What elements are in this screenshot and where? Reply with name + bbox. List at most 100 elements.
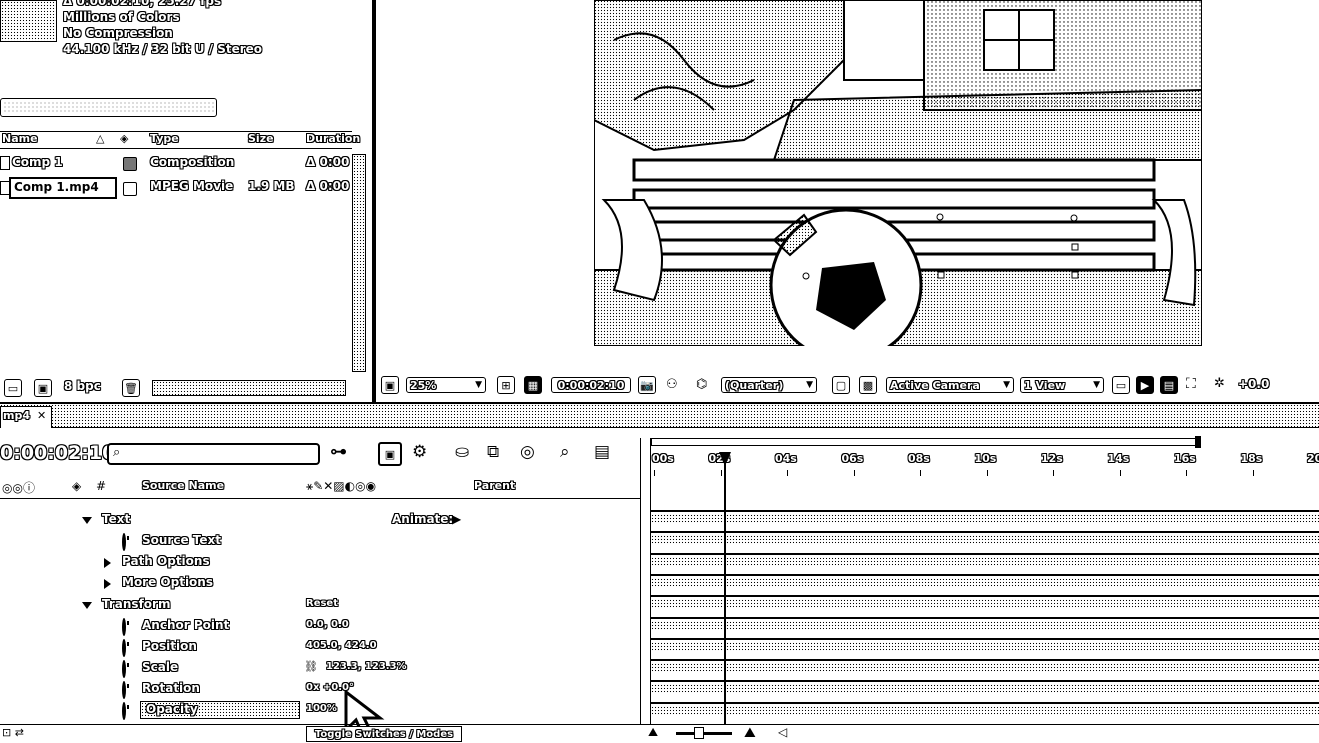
- zoom-slider-thumb[interactable]: [694, 727, 704, 739]
- timeline-icon[interactable]: ▤: [1160, 376, 1178, 394]
- snapshot-camera-icon[interactable]: 📷: [638, 376, 656, 394]
- track-row[interactable]: [651, 552, 1319, 566]
- animate-label[interactable]: Animate:: [392, 512, 453, 526]
- frame-blending-icon[interactable]: ⧉: [487, 442, 499, 462]
- column-parent[interactable]: Parent: [474, 479, 515, 492]
- track-row[interactable]: [651, 595, 1319, 609]
- comp-mini-flowchart-icon[interactable]: ⊶: [330, 442, 347, 462]
- trash-icon[interactable]: 🗑: [122, 379, 140, 397]
- property-row-rotation[interactable]: Rotation 0x +0.0°: [0, 679, 640, 700]
- sort-up-icon[interactable]: △: [96, 132, 104, 145]
- show-snapshot-icon[interactable]: ⚇: [666, 377, 678, 392]
- track-row[interactable]: [651, 659, 1319, 673]
- timeline-current-time[interactable]: 0:00:02:10: [0, 442, 115, 464]
- timeline-search-input[interactable]: ⌕: [107, 443, 320, 465]
- comp-button-icon[interactable]: ⊡ ⇄: [2, 726, 24, 739]
- work-area-end-handle[interactable]: [1195, 436, 1201, 448]
- playhead-cti[interactable]: [719, 452, 732, 724]
- property-row-opacity[interactable]: Opacity 100%: [0, 700, 640, 721]
- track-row[interactable]: [651, 616, 1319, 630]
- play-arrow-icon[interactable]: ▶: [452, 512, 461, 526]
- expand-graph-icon[interactable]: ▤: [594, 442, 610, 462]
- column-source-name[interactable]: Source Name: [142, 479, 224, 492]
- track-row[interactable]: [651, 637, 1319, 651]
- color-channel-icon[interactable]: ⌬: [696, 377, 707, 392]
- switches-icon[interactable]: ⚹✎✕▨◐◎◉: [306, 479, 376, 494]
- track-row[interactable]: [651, 510, 1319, 523]
- project-search-input[interactable]: [0, 98, 217, 117]
- layer-number-header[interactable]: #: [96, 479, 106, 493]
- close-icon[interactable]: ✕: [37, 409, 46, 422]
- zoom-in-icon[interactable]: ⛰: [744, 725, 756, 741]
- av-features-icon[interactable]: ◎◎ⓘ: [2, 479, 35, 496]
- track-row[interactable]: [651, 701, 1319, 715]
- resolution-dropdown[interactable]: (Quarter) ▼: [721, 377, 817, 393]
- exposure-value[interactable]: +0.0: [1238, 377, 1269, 391]
- twirl-right-icon[interactable]: [104, 558, 111, 568]
- item-name[interactable]: Comp 1.mp4: [14, 180, 99, 194]
- new-composition-icon[interactable]: ▣: [34, 379, 52, 397]
- draft-3d-icon[interactable]: ⚙: [412, 442, 427, 462]
- property-row-transform[interactable]: Transform Reset: [0, 595, 640, 616]
- live-update-icon[interactable]: ▣: [378, 442, 402, 466]
- exposure-reset-icon[interactable]: ✲: [1214, 376, 1225, 391]
- composition-preview-frame[interactable]: [594, 0, 1202, 346]
- list-item[interactable]: Comp 1 Composition Δ 0:00: [0, 154, 352, 174]
- scroll-left-icon[interactable]: ◁: [778, 725, 787, 739]
- toggle-switches-modes-button[interactable]: Toggle Switches / Modes: [306, 726, 462, 742]
- track-row[interactable]: [651, 680, 1319, 694]
- toggle-transparency-icon[interactable]: ▩: [859, 376, 877, 394]
- zoom-out-icon[interactable]: ⛰: [648, 725, 658, 740]
- property-value[interactable]: 123.3, 123.3%: [326, 661, 407, 672]
- always-preview-icon[interactable]: ▣: [381, 376, 399, 394]
- track-row[interactable]: [651, 573, 1319, 587]
- property-value[interactable]: 405.0, 424.0: [306, 640, 377, 651]
- fast-preview-icon[interactable]: ▶: [1136, 376, 1154, 394]
- camera-dropdown[interactable]: Active Camera ▼: [886, 377, 1014, 393]
- list-item[interactable]: Comp 1.mp4 MPEG Movie 1.9 MB Δ 0:00: [0, 177, 352, 199]
- current-time-display[interactable]: 0:00:02:10: [551, 377, 631, 393]
- view-layout-dropdown[interactable]: 1 View ▼: [1020, 377, 1104, 393]
- bpc-indicator[interactable]: 8 bpc: [64, 379, 101, 393]
- column-size[interactable]: Size: [248, 132, 274, 145]
- playhead-handle[interactable]: [719, 452, 732, 466]
- stopwatch-icon[interactable]: [122, 618, 126, 636]
- column-duration[interactable]: Duration: [306, 132, 360, 145]
- hide-shy-layers-icon[interactable]: ⛀: [455, 442, 469, 462]
- safe-margins-icon[interactable]: ⊞: [497, 376, 515, 394]
- label-color-swatch[interactable]: [123, 182, 137, 196]
- project-scrollbar[interactable]: [352, 154, 366, 372]
- track-row[interactable]: [651, 531, 1319, 545]
- motion-blur-icon[interactable]: ◎: [520, 442, 535, 462]
- timeline-divider[interactable]: [640, 438, 651, 724]
- twirl-down-icon[interactable]: [82, 517, 92, 524]
- property-row-source-text[interactable]: Source Text: [0, 531, 640, 552]
- property-value[interactable]: 100%: [306, 703, 337, 714]
- horizontal-scrollbar[interactable]: [152, 380, 346, 396]
- transparency-grid-icon[interactable]: ▦: [524, 376, 542, 394]
- twirl-right-icon[interactable]: [104, 579, 111, 589]
- property-row-more-options[interactable]: More Options: [0, 573, 640, 594]
- stopwatch-icon[interactable]: [122, 639, 126, 657]
- timeline-tab[interactable]: mp4 ✕: [0, 406, 52, 428]
- column-name[interactable]: Name: [2, 132, 38, 145]
- property-value[interactable]: 0.0, 0.0: [306, 619, 349, 630]
- work-area-bar[interactable]: [651, 438, 1201, 446]
- stopwatch-icon[interactable]: [122, 533, 126, 551]
- zoom-slider[interactable]: [676, 732, 732, 735]
- property-row-text[interactable]: Text Animate: ▶: [0, 510, 640, 531]
- folder-icon[interactable]: ▭: [4, 379, 22, 397]
- graph-editor-icon[interactable]: ⌕: [560, 442, 570, 462]
- twirl-down-icon[interactable]: [82, 602, 92, 609]
- constrain-proportions-icon[interactable]: ⛓: [304, 660, 318, 673]
- flowchart-icon[interactable]: ⛶: [1186, 376, 1196, 392]
- reset-link[interactable]: Reset: [306, 598, 338, 609]
- region-of-interest-icon[interactable]: ▢: [832, 376, 850, 394]
- property-row-scale[interactable]: Scale ⛓ 123.3, 123.3%: [0, 658, 640, 679]
- property-row-position[interactable]: Position 405.0, 424.0: [0, 637, 640, 658]
- stopwatch-icon[interactable]: [122, 702, 126, 720]
- label-tag-icon[interactable]: ◈: [120, 132, 128, 145]
- column-type[interactable]: Type: [150, 132, 179, 145]
- stopwatch-icon[interactable]: [122, 681, 126, 699]
- stopwatch-icon[interactable]: [122, 660, 126, 678]
